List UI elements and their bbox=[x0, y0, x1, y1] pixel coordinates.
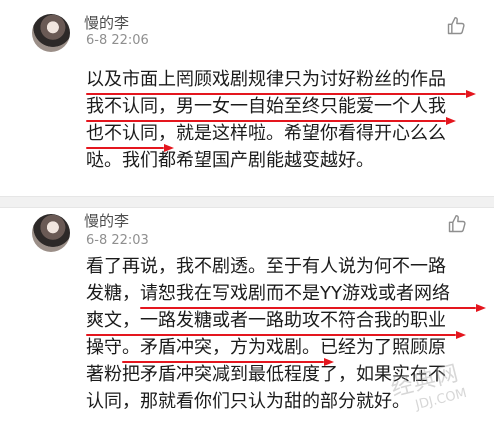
thumbs-up-icon[interactable] bbox=[446, 16, 466, 36]
red-arrowhead bbox=[466, 90, 476, 98]
username[interactable]: 慢的李 bbox=[84, 210, 129, 231]
red-arrowhead bbox=[446, 117, 456, 125]
red-underline bbox=[86, 93, 466, 95]
red-underline bbox=[86, 147, 164, 149]
red-underline bbox=[86, 334, 456, 336]
red-underline bbox=[140, 307, 476, 309]
red-arrowhead bbox=[476, 304, 486, 312]
comment-line: 爽文，一路发糖或者一路助攻不符合我的职业 bbox=[86, 310, 446, 331]
comment-line: 操守。矛盾冲突，方为戏剧。已经为了照顾原 bbox=[86, 337, 446, 358]
comment-1: 慢的李 6-8 22:06 以及市面上罔顾戏剧规律只为讨好粉丝的作品 我不认同，… bbox=[0, 0, 494, 196]
red-arrowhead bbox=[456, 331, 466, 339]
thumbs-up-icon[interactable] bbox=[447, 214, 467, 234]
red-arrowhead bbox=[324, 358, 334, 366]
timestamp: 6-8 22:06 bbox=[86, 33, 149, 48]
comment-line: 也不认同，就是这样啦。希望你看得开心么么 bbox=[86, 123, 446, 144]
comment-line: 看了再说，我不剧透。至于有人说为何不一路 bbox=[86, 256, 446, 277]
comment-line: 我不认同，男一女一自始至终只能爱一个人我 bbox=[86, 96, 446, 117]
red-arrowhead bbox=[164, 144, 174, 152]
avatar[interactable] bbox=[32, 214, 70, 252]
avatar[interactable] bbox=[32, 14, 70, 52]
comment-line: 以及市面上罔顾戏剧规律只为讨好粉丝的作品 bbox=[86, 69, 446, 90]
timestamp: 6-8 22:03 bbox=[86, 233, 149, 248]
comment-line: 发糖，请恕我在写戏剧而不是YY游戏或者网络 bbox=[86, 283, 450, 304]
red-underline bbox=[122, 361, 324, 363]
comment-line: 哒。我们都希望国产剧能越变越好。 bbox=[86, 150, 374, 171]
red-underline bbox=[86, 120, 446, 122]
username[interactable]: 慢的李 bbox=[84, 12, 129, 33]
